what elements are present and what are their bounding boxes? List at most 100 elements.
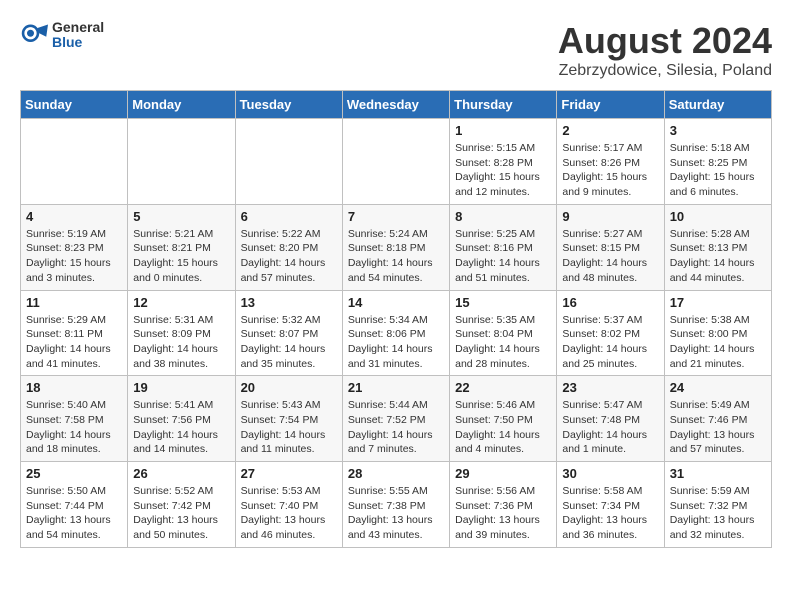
week-row: 1 Sunrise: 5:15 AM Sunset: 8:28 PM Daylig… (21, 119, 772, 205)
calendar-cell: 28 Sunrise: 5:55 AM Sunset: 7:38 PM Dayli… (342, 462, 449, 548)
day-number: 21 (348, 380, 444, 395)
calendar-cell: 7Sunrise: 5:24 AM Sunset: 8:18 PM Daylig… (342, 204, 449, 290)
calendar-cell: 1 Sunrise: 5:15 AM Sunset: 8:28 PM Daylig… (450, 119, 557, 205)
day-detail: Sunrise: 5:37 AM Sunset: 8:02 PM Dayligh… (562, 313, 658, 372)
day-number: 6 (241, 209, 337, 224)
logo-icon (20, 21, 48, 49)
day-number: 30 (562, 466, 658, 481)
day-number: 29 (455, 466, 551, 481)
month-year: August 2024 (558, 20, 772, 62)
day-number: 22 (455, 380, 551, 395)
calendar-table: SundayMondayTuesdayWednesdayThursdayFrid… (20, 90, 772, 548)
day-number: 31 (670, 466, 766, 481)
calendar-cell: 3Sunrise: 5:18 AM Sunset: 8:25 PM Daylig… (664, 119, 771, 205)
calendar-cell: 12 Sunrise: 5:31 AM Sunset: 8:09 PM Dayli… (128, 290, 235, 376)
calendar-cell: 21 Sunrise: 5:44 AM Sunset: 7:52 PM Dayli… (342, 376, 449, 462)
week-row: 4Sunrise: 5:19 AM Sunset: 8:23 PM Daylig… (21, 204, 772, 290)
day-detail: Sunrise: 5:40 AM Sunset: 7:58 PM Dayligh… (26, 398, 122, 457)
week-row: 11 Sunrise: 5:29 AM Sunset: 8:11 PM Dayli… (21, 290, 772, 376)
day-detail: Sunrise: 5:53 AM Sunset: 7:40 PM Dayligh… (241, 484, 337, 543)
day-number: 26 (133, 466, 229, 481)
day-detail: Sunrise: 5:24 AM Sunset: 8:18 PM Dayligh… (348, 227, 444, 286)
calendar-cell: 26 Sunrise: 5:52 AM Sunset: 7:42 PM Dayli… (128, 462, 235, 548)
day-detail: Sunrise: 5:28 AM Sunset: 8:13 PM Dayligh… (670, 227, 766, 286)
calendar-cell: 11 Sunrise: 5:29 AM Sunset: 8:11 PM Dayli… (21, 290, 128, 376)
header-row: SundayMondayTuesdayWednesdayThursdayFrid… (21, 91, 772, 119)
calendar-cell: 25 Sunrise: 5:50 AM Sunset: 7:44 PM Dayli… (21, 462, 128, 548)
calendar-cell: 5 Sunrise: 5:21 AM Sunset: 8:21 PM Daylig… (128, 204, 235, 290)
calendar-cell (342, 119, 449, 205)
day-number: 24 (670, 380, 766, 395)
day-number: 10 (670, 209, 766, 224)
day-header-thursday: Thursday (450, 91, 557, 119)
day-detail: Sunrise: 5:44 AM Sunset: 7:52 PM Dayligh… (348, 398, 444, 457)
logo: General Blue (20, 20, 104, 51)
title-block: August 2024 Zebrzydowice, Silesia, Polan… (558, 20, 772, 80)
day-detail: Sunrise: 5:32 AM Sunset: 8:07 PM Dayligh… (241, 313, 337, 372)
day-number: 15 (455, 295, 551, 310)
calendar-cell: 6Sunrise: 5:22 AM Sunset: 8:20 PM Daylig… (235, 204, 342, 290)
day-detail: Sunrise: 5:52 AM Sunset: 7:42 PM Dayligh… (133, 484, 229, 543)
day-number: 14 (348, 295, 444, 310)
day-detail: Sunrise: 5:41 AM Sunset: 7:56 PM Dayligh… (133, 398, 229, 457)
calendar-cell: 17Sunrise: 5:38 AM Sunset: 8:00 PM Dayli… (664, 290, 771, 376)
day-number: 3 (670, 123, 766, 138)
calendar-cell: 31 Sunrise: 5:59 AM Sunset: 7:32 PM Dayli… (664, 462, 771, 548)
day-detail: Sunrise: 5:15 AM Sunset: 8:28 PM Dayligh… (455, 141, 551, 200)
day-detail: Sunrise: 5:21 AM Sunset: 8:21 PM Dayligh… (133, 227, 229, 286)
logo-blue-text: Blue (52, 35, 104, 50)
day-header-friday: Friday (557, 91, 664, 119)
calendar-cell: 22Sunrise: 5:46 AM Sunset: 7:50 PM Dayli… (450, 376, 557, 462)
day-detail: Sunrise: 5:50 AM Sunset: 7:44 PM Dayligh… (26, 484, 122, 543)
calendar-cell: 19Sunrise: 5:41 AM Sunset: 7:56 PM Dayli… (128, 376, 235, 462)
day-detail: Sunrise: 5:29 AM Sunset: 8:11 PM Dayligh… (26, 313, 122, 372)
calendar-cell: 23Sunrise: 5:47 AM Sunset: 7:48 PM Dayli… (557, 376, 664, 462)
day-header-monday: Monday (128, 91, 235, 119)
week-row: 18 Sunrise: 5:40 AM Sunset: 7:58 PM Dayli… (21, 376, 772, 462)
calendar-cell (21, 119, 128, 205)
calendar-cell: 29 Sunrise: 5:56 AM Sunset: 7:36 PM Dayli… (450, 462, 557, 548)
calendar-cell: 15Sunrise: 5:35 AM Sunset: 8:04 PM Dayli… (450, 290, 557, 376)
day-number: 4 (26, 209, 122, 224)
day-number: 25 (26, 466, 122, 481)
calendar-cell: 20 Sunrise: 5:43 AM Sunset: 7:54 PM Dayli… (235, 376, 342, 462)
day-number: 20 (241, 380, 337, 395)
day-detail: Sunrise: 5:55 AM Sunset: 7:38 PM Dayligh… (348, 484, 444, 543)
day-detail: Sunrise: 5:43 AM Sunset: 7:54 PM Dayligh… (241, 398, 337, 457)
day-number: 1 (455, 123, 551, 138)
day-number: 13 (241, 295, 337, 310)
day-detail: Sunrise: 5:56 AM Sunset: 7:36 PM Dayligh… (455, 484, 551, 543)
day-detail: Sunrise: 5:25 AM Sunset: 8:16 PM Dayligh… (455, 227, 551, 286)
day-header-wednesday: Wednesday (342, 91, 449, 119)
calendar-cell: 30Sunrise: 5:58 AM Sunset: 7:34 PM Dayli… (557, 462, 664, 548)
week-row: 25 Sunrise: 5:50 AM Sunset: 7:44 PM Dayli… (21, 462, 772, 548)
calendar-cell: 27 Sunrise: 5:53 AM Sunset: 7:40 PM Dayli… (235, 462, 342, 548)
day-number: 27 (241, 466, 337, 481)
calendar-cell (128, 119, 235, 205)
day-number: 8 (455, 209, 551, 224)
calendar-cell: 13 Sunrise: 5:32 AM Sunset: 8:07 PM Dayli… (235, 290, 342, 376)
calendar-cell: 18 Sunrise: 5:40 AM Sunset: 7:58 PM Dayli… (21, 376, 128, 462)
day-detail: Sunrise: 5:17 AM Sunset: 8:26 PM Dayligh… (562, 141, 658, 200)
logo-text: General Blue (52, 20, 104, 51)
calendar-cell: 8 Sunrise: 5:25 AM Sunset: 8:16 PM Daylig… (450, 204, 557, 290)
day-detail: Sunrise: 5:27 AM Sunset: 8:15 PM Dayligh… (562, 227, 658, 286)
calendar-cell: 14 Sunrise: 5:34 AM Sunset: 8:06 PM Dayli… (342, 290, 449, 376)
calendar-cell: 9 Sunrise: 5:27 AM Sunset: 8:15 PM Daylig… (557, 204, 664, 290)
day-number: 5 (133, 209, 229, 224)
day-number: 9 (562, 209, 658, 224)
day-number: 17 (670, 295, 766, 310)
day-number: 12 (133, 295, 229, 310)
day-number: 28 (348, 466, 444, 481)
day-number: 16 (562, 295, 658, 310)
calendar-cell: 24Sunrise: 5:49 AM Sunset: 7:46 PM Dayli… (664, 376, 771, 462)
day-number: 11 (26, 295, 122, 310)
logo-general-text: General (52, 20, 104, 35)
day-detail: Sunrise: 5:31 AM Sunset: 8:09 PM Dayligh… (133, 313, 229, 372)
day-detail: Sunrise: 5:59 AM Sunset: 7:32 PM Dayligh… (670, 484, 766, 543)
day-number: 23 (562, 380, 658, 395)
day-number: 18 (26, 380, 122, 395)
day-detail: Sunrise: 5:34 AM Sunset: 8:06 PM Dayligh… (348, 313, 444, 372)
day-header-saturday: Saturday (664, 91, 771, 119)
day-header-sunday: Sunday (21, 91, 128, 119)
